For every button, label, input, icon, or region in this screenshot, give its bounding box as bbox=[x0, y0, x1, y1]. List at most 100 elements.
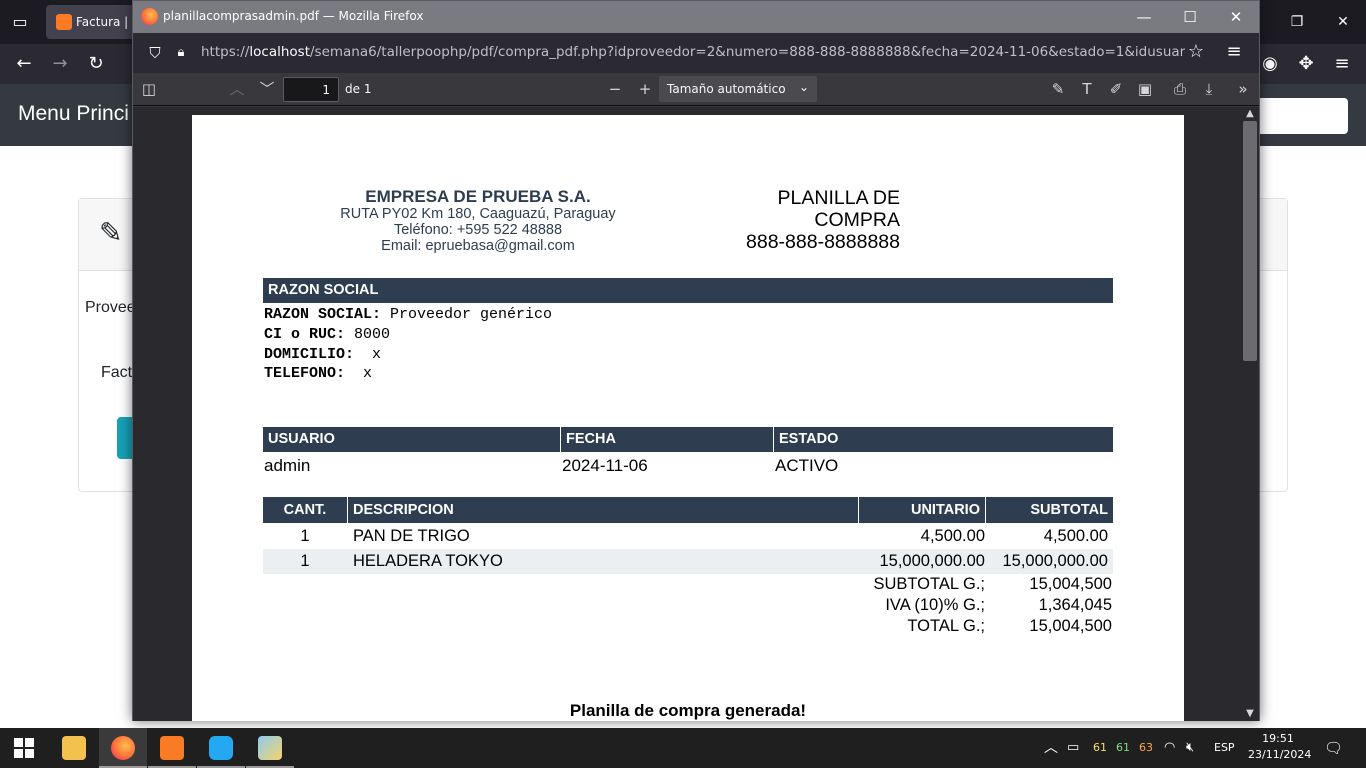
iva-value: 1,364,045 bbox=[1038, 596, 1112, 614]
url-prefix: https:// bbox=[201, 44, 250, 60]
pdf-toolbar: ◫ ︿ ﹀ 1 de 1 − + Tamaño automático ⌄ ✎ T… bbox=[133, 73, 1259, 106]
url-bar: ⛉ 🔒︎ https://localhost/semana6/tallerpoo… bbox=[133, 33, 1259, 73]
fecha-header: FECHA bbox=[561, 427, 773, 452]
sidebar-toggle-icon[interactable]: ◫ bbox=[137, 78, 161, 100]
taskbar-paint[interactable] bbox=[246, 728, 294, 768]
domicilio-value: x bbox=[354, 346, 382, 363]
subtotal-label: SUBTOTAL G.; bbox=[873, 575, 985, 593]
item-descripcion: PAN DE TRIGO bbox=[353, 527, 470, 545]
draw-icon[interactable]: ✐ bbox=[1104, 78, 1128, 100]
total-value: 15,004,500 bbox=[1029, 617, 1112, 635]
more-tools-icon[interactable]: » bbox=[1231, 78, 1255, 100]
text-tool-icon[interactable]: T bbox=[1075, 78, 1099, 100]
account-icon[interactable]: ◉ bbox=[1258, 52, 1282, 76]
telefono-value: x bbox=[345, 365, 373, 382]
item-cant: 1 bbox=[300, 527, 310, 545]
battery-icon[interactable]: ▭ bbox=[1067, 728, 1079, 768]
bookmark-star-icon[interactable]: ☆ bbox=[1185, 41, 1207, 63]
zoom-select[interactable]: Tamaño automático ⌄ bbox=[659, 76, 817, 102]
scroll-up-icon[interactable]: ▲ bbox=[1241, 107, 1259, 121]
table-row: 1 HELADERA TOKYO 15,000,000.00 15,000,00… bbox=[263, 549, 1113, 574]
window-close-icon[interactable]: ✕ bbox=[1213, 1, 1259, 33]
ruc-label: CI o RUC: bbox=[264, 326, 346, 343]
page-info-icon[interactable]: 🔒︎ bbox=[171, 43, 191, 63]
background-tab-title: Factura | C bbox=[76, 15, 136, 29]
usuario-header: USUARIO bbox=[263, 427, 560, 452]
estado-header: ESTADO bbox=[774, 427, 1113, 452]
document-title-line2: COMPRA bbox=[814, 209, 900, 231]
estado-value: ACTIVO bbox=[775, 456, 839, 475]
extensions-icon[interactable]: ✥ bbox=[1294, 52, 1318, 76]
item-subtotal: 4,500.00 bbox=[1043, 527, 1108, 545]
ruc-value: 8000 bbox=[345, 326, 391, 343]
taskbar-xampp[interactable] bbox=[148, 728, 196, 768]
company-address: RUTA PY02 Km 180, Caaguazú, Paraguay bbox=[340, 206, 616, 222]
document-title: PLANILLA DE COMPRA 888-888-8888888 bbox=[712, 187, 900, 253]
tracking-shield-icon[interactable]: ⛉ bbox=[145, 43, 165, 63]
highlight-icon[interactable]: ✎ bbox=[1046, 78, 1070, 100]
next-page-icon[interactable]: ﹀ bbox=[255, 78, 279, 100]
url-path: /semana6/tallerpoophp/pdf/compra_pdf.php… bbox=[310, 44, 1185, 60]
reload-icon[interactable]: ↻ bbox=[84, 52, 108, 76]
chevron-up-icon[interactable]: ︿ bbox=[1044, 728, 1058, 768]
background-search-input[interactable] bbox=[1250, 98, 1348, 134]
folder-icon bbox=[62, 736, 86, 760]
taskbar-firefox[interactable] bbox=[99, 728, 147, 768]
item-unitario: 15,000,000.00 bbox=[879, 552, 985, 570]
app-menu-icon[interactable]: ≡ bbox=[1330, 52, 1354, 76]
page-count: de 1 bbox=[345, 82, 372, 96]
save-icon[interactable]: ⤓ bbox=[1197, 78, 1221, 100]
tab-list-icon[interactable]: ▭ bbox=[10, 12, 30, 32]
subtotal-header: SUBTOTAL bbox=[986, 497, 1113, 523]
vertical-scrollbar[interactable]: ▲ ▼ bbox=[1241, 107, 1259, 721]
volume-muted-icon[interactable]: 🔇︎ bbox=[1186, 728, 1194, 768]
chevron-down-icon: ⌄ bbox=[798, 80, 809, 94]
xampp-favicon-icon bbox=[56, 14, 72, 30]
company-phone: Teléfono: +595 522 48888 bbox=[393, 222, 563, 238]
print-icon[interactable]: ⎙ bbox=[1168, 78, 1192, 100]
zoom-in-icon[interactable]: + bbox=[633, 78, 657, 100]
notifications-icon[interactable]: 🗨︎ bbox=[1324, 728, 1343, 768]
taskbar-file-explorer[interactable] bbox=[50, 728, 98, 768]
clock-time: 19:51 bbox=[1262, 732, 1294, 745]
tray-value-2: 61 bbox=[1116, 741, 1130, 754]
cant-header: CANT. bbox=[263, 497, 347, 523]
iva-label: IVA (10)% G.; bbox=[885, 596, 985, 614]
company-name: EMPRESA DE PRUEBA S.A. bbox=[365, 187, 591, 206]
url-host: localhost bbox=[249, 44, 310, 60]
back-arrow-icon[interactable]: ← bbox=[12, 52, 36, 76]
item-descripcion: HELADERA TOKYO bbox=[353, 552, 503, 570]
firefox-logo-icon bbox=[141, 8, 158, 25]
total-label: TOTAL G.; bbox=[907, 617, 985, 635]
restore-icon[interactable]: ❐ bbox=[1274, 0, 1320, 44]
close-icon[interactable]: ✕ bbox=[1320, 0, 1366, 44]
scrollbar-thumb[interactable] bbox=[1243, 121, 1257, 361]
wifi-icon[interactable]: ◠ bbox=[1164, 728, 1175, 768]
minimize-icon[interactable]: — bbox=[1121, 1, 1167, 33]
clock[interactable]: 19:51 23/11/2024 bbox=[1248, 731, 1311, 763]
scroll-down-icon[interactable]: ▼ bbox=[1241, 707, 1259, 721]
pdf-page: EMPRESA DE PRUEBA S.A. RUTA PY02 Km 180,… bbox=[192, 115, 1184, 721]
taskbar-vscode[interactable] bbox=[197, 728, 245, 768]
image-icon[interactable]: ▣ bbox=[1133, 78, 1157, 100]
unitario-header: UNITARIO bbox=[859, 497, 985, 523]
domicilio-line: DOMICILIO: x bbox=[264, 346, 381, 363]
tray-value-1: 61 bbox=[1093, 741, 1107, 754]
background-tab[interactable]: Factura | C bbox=[46, 5, 136, 39]
windows-start-icon[interactable] bbox=[14, 738, 34, 758]
maximize-icon[interactable]: ☐ bbox=[1167, 1, 1213, 33]
razon-social-line: RAZON SOCIAL: Proveedor genérico bbox=[264, 306, 552, 323]
background-label-factura: Fact bbox=[101, 364, 133, 381]
zoom-out-icon[interactable]: − bbox=[603, 78, 627, 100]
language-indicator[interactable]: ESP bbox=[1214, 728, 1235, 768]
forward-arrow-icon[interactable]: → bbox=[48, 52, 72, 76]
hamburger-menu-icon[interactable]: ≡ bbox=[1223, 41, 1245, 63]
descripcion-header: DESCRIPCION bbox=[348, 497, 858, 523]
ruc-line: CI o RUC: 8000 bbox=[264, 326, 390, 343]
address-input[interactable]: https://localhost/semana6/tallerpoophp/p… bbox=[201, 44, 1185, 64]
firefox-pdf-window: planillacomprasadmin.pdf — Mozilla Firef… bbox=[132, 0, 1260, 721]
previous-page-icon[interactable]: ︿ bbox=[225, 78, 249, 100]
background-label-proveedor: Provee bbox=[85, 299, 136, 316]
page-number-input[interactable]: 1 bbox=[283, 77, 339, 102]
window-titlebar[interactable]: planillacomprasadmin.pdf — Mozilla Firef… bbox=[133, 1, 1259, 33]
